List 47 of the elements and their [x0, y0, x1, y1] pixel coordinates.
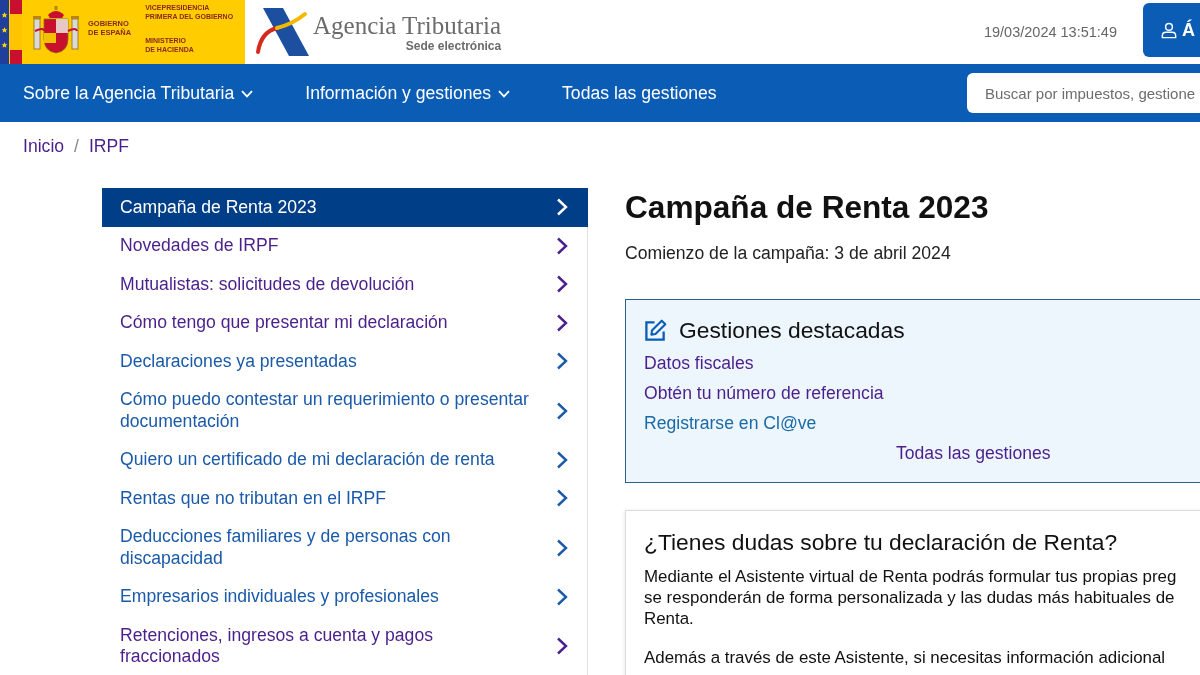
sidebar-item[interactable]: Deducciones familiares y de personas con discapacidad [102, 517, 588, 578]
nav-menu-item[interactable]: Sobre la Agencia Tributaria [23, 82, 254, 104]
sidebar-item[interactable]: Quiero un certificado de mi declaración de renta [102, 440, 588, 479]
featured-link[interactable]: Obtén tu número de referencia [644, 383, 884, 404]
sidebar-item[interactable]: Declaraciones ya presentadas [102, 342, 588, 381]
all-procedures-link[interactable]: Todas las gestiones [896, 443, 1051, 464]
chevron-right-icon [556, 538, 568, 557]
chevron-right-icon [556, 489, 568, 508]
sidebar-item[interactable]: Empresarios individuales y profesionales [102, 577, 588, 616]
sidebar-item[interactable]: Novedades de IRPF [102, 226, 588, 265]
chevron-right-icon [556, 587, 568, 606]
breadcrumb-separator: / [74, 136, 79, 157]
breadcrumb-link[interactable]: Inicio [23, 136, 65, 157]
help-paragraph: Mediante el Asistente virtual de Renta podrás formular tus propias preg se responderán de forma personalizada y las dudas más habituales de Renta. [644, 566, 1178, 629]
featured-link[interactable]: Datos fiscales [644, 353, 754, 374]
sidebar-item[interactable]: Retenciones, ingresos a cuenta y pagos fraccionados [102, 616, 588, 675]
account-button[interactable]: Á [1143, 3, 1200, 57]
sidebar-item[interactable]: Rentas que no tributan en el IRPF [102, 479, 588, 518]
sidebar-item[interactable]: Campaña de Renta 2023 [102, 188, 588, 227]
chevron-right-icon [556, 637, 568, 655]
chevron-right-icon [556, 198, 568, 217]
card-title: ¿Tienes dudas sobre tu declaración de Renta? [644, 528, 1119, 556]
coat-of-arms-icon [32, 5, 80, 55]
chevron-right-icon [556, 352, 568, 371]
nav-menu-item[interactable]: Todas las gestiones [562, 82, 717, 104]
sidebar-item[interactable]: Mutualistas: solicitudes de devolución [102, 265, 588, 304]
nav-menu-item[interactable]: Información y gestiones [305, 82, 511, 104]
featured-link[interactable]: Registrarse en Cl@ve [644, 413, 817, 434]
sidebar-item[interactable]: Cómo tengo que presentar mi declaración [102, 303, 588, 342]
campaign-start-date: Comienzo de la campaña: 3 de abril 2024 [625, 242, 952, 264]
search-field[interactable]: Buscar por impuestos, gestione [967, 73, 1200, 113]
card-title: Gestiones destacadas [679, 316, 905, 344]
help-paragraph: Además a través de este Asistente, si necesitas información adicional [644, 646, 1167, 668]
user-icon [1161, 21, 1177, 39]
chevron-right-icon [556, 401, 568, 420]
chevron-right-icon [556, 275, 568, 294]
page-title: Campaña de Renta 2023 [625, 188, 990, 226]
sidebar-item[interactable]: Cómo puedo contestar un requerimiento o presentar documentación [102, 380, 588, 441]
date-time: 19/03/2024 13:51:49 [983, 24, 1117, 40]
chevron-right-icon [556, 450, 568, 469]
chevron-right-icon [556, 313, 568, 332]
breadcrumb-link[interactable]: IRPF [88, 136, 130, 157]
chevron-right-icon [556, 236, 568, 255]
agency-subtitle: Sede electrónica [405, 39, 502, 53]
edit-icon [644, 318, 667, 342]
agency-name: Agencia Tributaria [313, 11, 502, 40]
logo-icon [255, 6, 311, 58]
